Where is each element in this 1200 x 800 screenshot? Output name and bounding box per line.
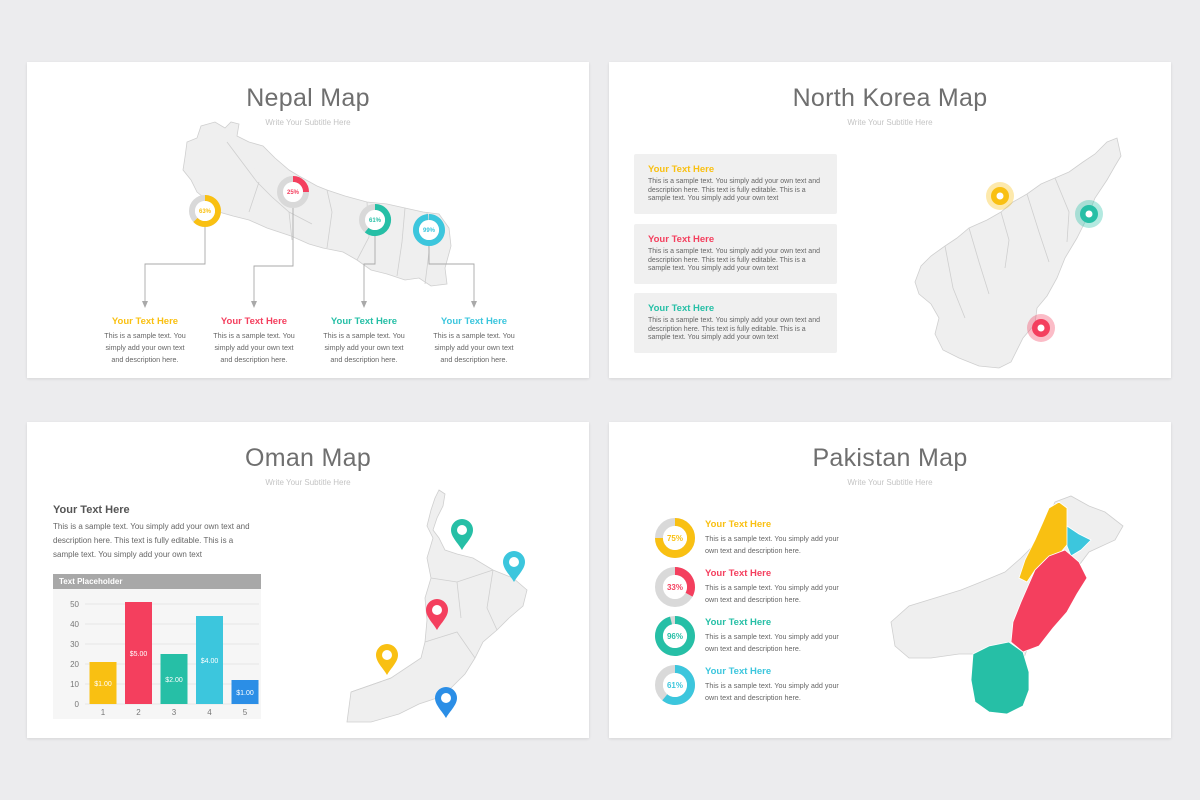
bar-data-label: $2.00 bbox=[165, 677, 183, 684]
bar-chart: 0 10 20 30 40 50 $1.00 1 $5.00 2 $2.00 3 $4.00 4 $1.00… bbox=[70, 600, 259, 717]
donut-label: 25% bbox=[287, 190, 300, 196]
pakistan-item-title: Your Text Here bbox=[705, 617, 772, 628]
slide-pakistan[interactable]: Pakistan Map Write Your Subtitle Here 75… bbox=[609, 422, 1171, 738]
location-marker bbox=[1075, 200, 1103, 228]
donut-label: 75% bbox=[667, 534, 683, 543]
region-sindh bbox=[970, 641, 1030, 715]
pin-hole bbox=[432, 605, 442, 615]
donut-marker: 99% bbox=[413, 214, 445, 246]
oman-graphic: 0 10 20 30 40 50 $1.00 1 $5.00 2 $2.00 3 $4.00 4 $1.00… bbox=[70, 489, 528, 723]
pin-hole bbox=[457, 525, 467, 535]
pakistan-graphic: 75% 33% 96% 61% bbox=[655, 495, 1124, 715]
nepal-item-desc: This is a sample text. You simply add yo… bbox=[323, 331, 405, 364]
marker-dot bbox=[1085, 210, 1093, 218]
pakistan-item-desc: This is a sample text. You simply add yo… bbox=[705, 632, 839, 653]
donut-label: 99% bbox=[423, 228, 436, 234]
donut-label: 63% bbox=[199, 209, 212, 215]
nepal-item-title: Your Text Here bbox=[440, 316, 508, 327]
pin-hole bbox=[382, 650, 392, 660]
pakistan-base-region bbox=[890, 495, 1124, 667]
pakistan-map-shape bbox=[890, 495, 1124, 715]
y-tick-label: 50 bbox=[70, 600, 79, 609]
north-korea-map-graphic bbox=[914, 137, 1122, 369]
nepal-item-desc: This is a sample text. You simply add yo… bbox=[104, 331, 186, 364]
slide-nepal[interactable]: Nepal Map Write Your Subtitle Here 63% 25… bbox=[27, 62, 589, 378]
map-pin-icon bbox=[376, 643, 398, 675]
bar-data-label: $1.00 bbox=[236, 690, 254, 697]
donut-marker: 63% bbox=[189, 195, 221, 227]
y-tick-label: 30 bbox=[70, 640, 79, 649]
location-marker bbox=[1027, 314, 1055, 342]
x-tick-label: 2 bbox=[136, 708, 141, 717]
donut-marker: 61% bbox=[655, 665, 695, 705]
pakistan-item-desc: This is a sample text. You simply add yo… bbox=[705, 583, 839, 604]
nepal-map-shape bbox=[182, 121, 452, 287]
pin-hole bbox=[509, 557, 519, 567]
pakistan-item-title: Your Text Here bbox=[705, 519, 772, 530]
y-tick-label: 0 bbox=[75, 700, 80, 709]
bar-data-label: $5.00 bbox=[130, 651, 148, 658]
nepal-item-desc: This is a sample text. You simply add yo… bbox=[213, 331, 295, 364]
north-korea-map-shape bbox=[914, 137, 1122, 369]
donut-label: 33% bbox=[667, 583, 683, 592]
nepal-item-title: Your Text Here bbox=[330, 316, 398, 327]
donut-marker: 61% bbox=[359, 204, 391, 236]
nepal-item-title: Your Text Here bbox=[220, 316, 288, 327]
donut-label: 61% bbox=[369, 218, 382, 224]
map-pin-icon bbox=[451, 519, 473, 550]
slide-oman[interactable]: Oman Map Write Your Subtitle Here Your T… bbox=[27, 422, 589, 738]
marker-dot bbox=[996, 192, 1004, 200]
donut-marker: 33% bbox=[655, 567, 695, 607]
bar-data-label: $4.00 bbox=[201, 658, 219, 665]
location-marker bbox=[986, 182, 1014, 210]
x-tick-label: 3 bbox=[172, 708, 177, 717]
donut-marker: 75% bbox=[655, 518, 695, 558]
bar-data-label: $1.00 bbox=[94, 681, 112, 688]
x-tick-label: 5 bbox=[243, 708, 248, 717]
pakistan-donuts: 75% 33% 96% 61% bbox=[655, 518, 695, 705]
pakistan-item-desc: This is a sample text. You simply add yo… bbox=[705, 534, 839, 555]
pakistan-item-title: Your Text Here bbox=[705, 568, 772, 579]
donut-marker: 25% bbox=[277, 176, 309, 208]
marker-dot bbox=[1037, 324, 1045, 332]
slide-north-korea[interactable]: North Korea Map Write Your Subtitle Here… bbox=[609, 62, 1171, 378]
nepal-item-desc: This is a sample text. You simply add yo… bbox=[433, 331, 515, 364]
map-pin-icon bbox=[435, 687, 457, 718]
pakistan-item-desc: This is a sample text. You simply add yo… bbox=[705, 681, 839, 702]
nepal-connector-arrows bbox=[142, 301, 477, 308]
y-tick-label: 20 bbox=[70, 660, 79, 669]
nepal-item-title: Your Text Here bbox=[111, 316, 179, 327]
x-tick-label: 4 bbox=[207, 708, 212, 717]
x-tick-label: 1 bbox=[101, 708, 106, 717]
donut-label: 61% bbox=[667, 681, 683, 690]
y-tick-label: 10 bbox=[70, 680, 79, 689]
y-tick-label: 40 bbox=[70, 620, 79, 629]
donut-marker: 96% bbox=[655, 616, 695, 656]
donut-label: 96% bbox=[667, 632, 683, 641]
pin-hole bbox=[441, 693, 451, 703]
pakistan-item-title: Your Text Here bbox=[705, 666, 772, 677]
